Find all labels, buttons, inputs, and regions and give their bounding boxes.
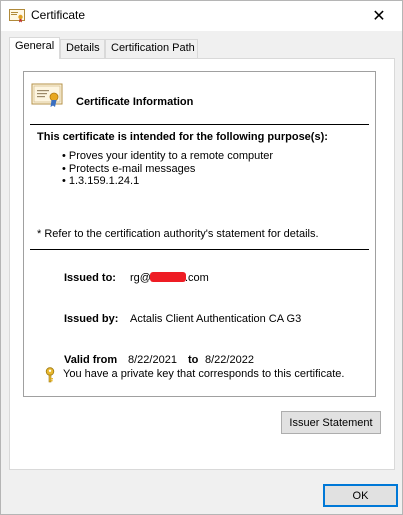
issued-by-value: Actalis Client Authentication CA G3 bbox=[130, 313, 302, 325]
purpose-item: 1.3.159.1.24.1 bbox=[62, 175, 273, 188]
certificate-dialog: Certificate ✕ General Details Certificat… bbox=[0, 0, 403, 515]
purpose-item: Proves your identity to a remote compute… bbox=[62, 150, 273, 163]
ok-button[interactable]: OK bbox=[323, 484, 398, 507]
issuer-statement-button[interactable]: Issuer Statement bbox=[281, 411, 381, 434]
valid-from-value: 8/22/2021 bbox=[128, 354, 177, 366]
valid-from-label: Valid from bbox=[64, 354, 118, 366]
redaction-mark bbox=[149, 272, 186, 282]
divider bbox=[30, 249, 369, 250]
certificate-large-icon bbox=[31, 83, 63, 107]
issued-to-prefix: rg@ bbox=[130, 272, 151, 284]
divider bbox=[30, 124, 369, 125]
refer-note: * Refer to the certification authority's… bbox=[37, 228, 319, 240]
purpose-heading: This certificate is intended for the fol… bbox=[37, 131, 328, 143]
purpose-item: Protects e-mail messages bbox=[62, 163, 273, 176]
certificate-info-box: Certificate Information This certificate… bbox=[23, 71, 376, 397]
issued-to-value: rg@ .com bbox=[130, 272, 209, 284]
purpose-list: Proves your identity to a remote compute… bbox=[62, 150, 273, 188]
general-tab-panel: Certificate Information This certificate… bbox=[9, 58, 395, 470]
close-icon: ✕ bbox=[372, 8, 386, 25]
certificate-icon bbox=[9, 9, 25, 23]
title-bar: Certificate ✕ bbox=[1, 1, 402, 31]
private-key-note: You have a private key that corresponds … bbox=[63, 368, 345, 380]
tab-general[interactable]: General bbox=[9, 37, 60, 59]
tab-details[interactable]: Details bbox=[60, 39, 105, 58]
key-icon bbox=[45, 367, 55, 383]
window-title: Certificate bbox=[31, 8, 86, 22]
close-button[interactable]: ✕ bbox=[356, 1, 402, 31]
issued-to-suffix: .com bbox=[184, 272, 209, 284]
info-heading: Certificate Information bbox=[76, 96, 194, 108]
tab-certification-path[interactable]: Certification Path bbox=[105, 39, 198, 58]
valid-to-value: 8/22/2022 bbox=[205, 354, 254, 366]
valid-to-label: to bbox=[188, 354, 199, 366]
issued-to-label: Issued to: bbox=[64, 272, 116, 284]
issued-by-label: Issued by: bbox=[64, 313, 119, 325]
